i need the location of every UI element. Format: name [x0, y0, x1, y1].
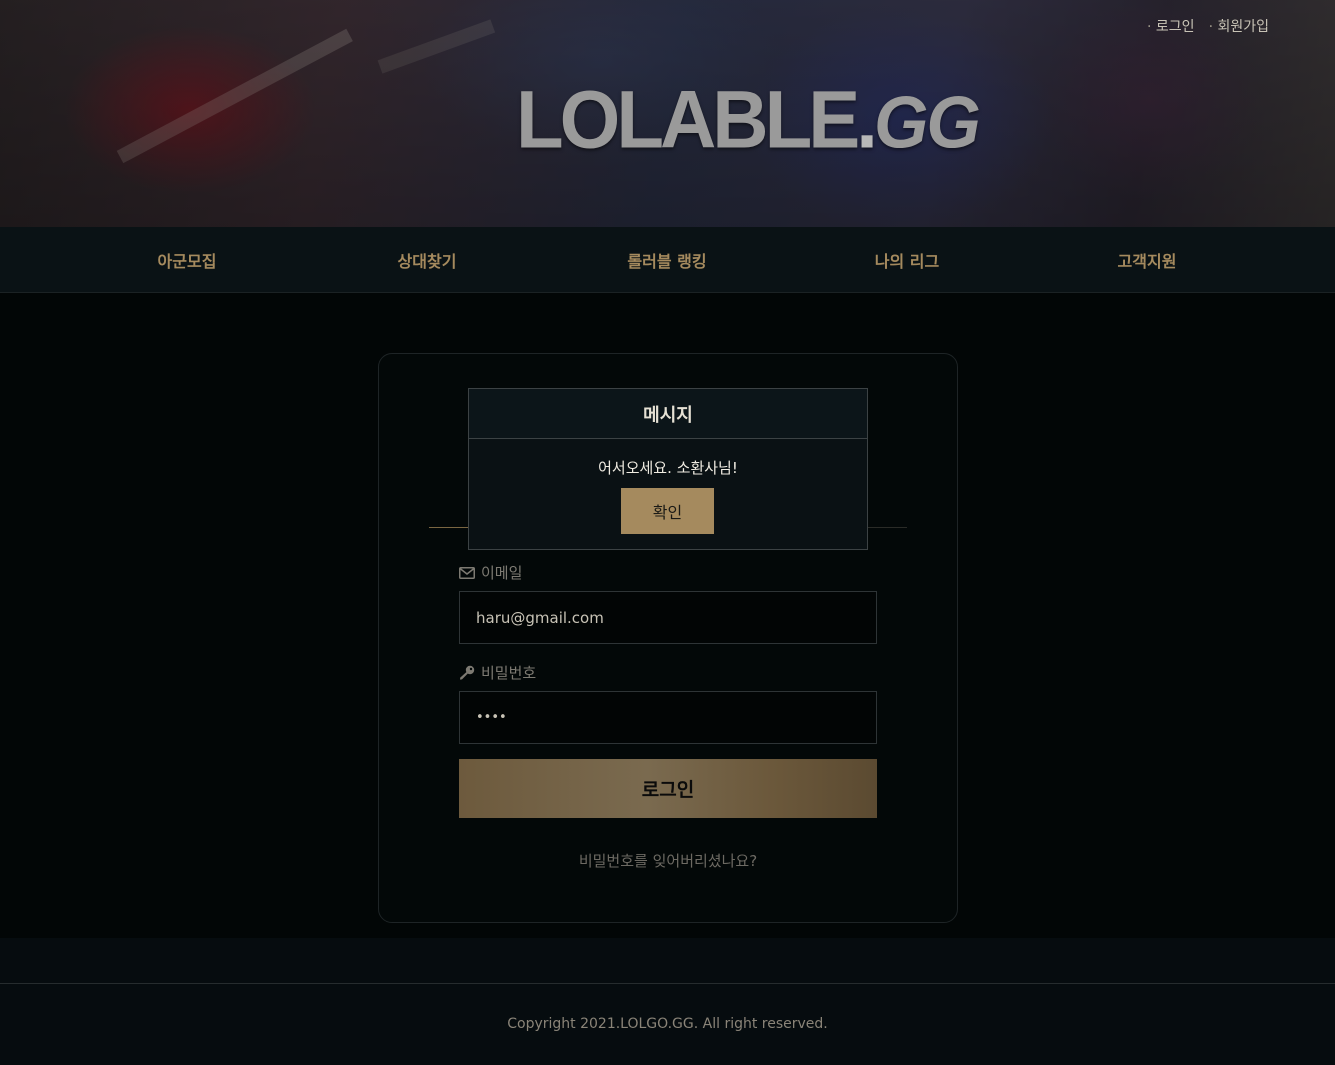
nav-item-support[interactable]: 고객지원: [1027, 227, 1267, 293]
modal-title: 메시지: [469, 389, 867, 439]
email-field[interactable]: haru@gmail.com: [459, 591, 877, 644]
footer-divider: [0, 983, 1335, 984]
main-nav: 아군모집 상대찾기 롤러블 랭킹 나의 리그 고객지원: [0, 227, 1335, 293]
password-label: 비밀번호: [459, 662, 536, 683]
key-icon: [460, 665, 475, 680]
logo-suffix: GG: [873, 81, 981, 164]
email-label: 이메일: [459, 562, 522, 583]
nav-item-find-opponent[interactable]: 상대찾기: [307, 227, 547, 293]
copyright-text: Copyright 2021.LOLGO.GG. All right reser…: [507, 1016, 828, 1032]
password-field[interactable]: ••••: [459, 691, 877, 744]
page: 로그인 회원가입 LOLABLE.GG 아군모집 상대찾기 롤러블 랭킹 나의 …: [0, 0, 1335, 1065]
envelope-icon: [459, 566, 475, 579]
footer: Copyright 2021.LOLGO.GG. All right reser…: [0, 938, 1335, 1065]
top-signup-link[interactable]: 회원가입: [1209, 16, 1269, 36]
header-banner: 로그인 회원가입 LOLABLE.GG: [0, 0, 1335, 227]
site-logo[interactable]: LOLABLE.GG: [516, 78, 981, 164]
message-modal: 메시지 어서오세요. 소환사님! 확인: [468, 388, 868, 550]
nav-item-team-recruit[interactable]: 아군모집: [67, 227, 307, 293]
logo-dot: .: [856, 72, 878, 166]
modal-message: 어서오세요. 소환사님!: [598, 459, 738, 477]
nav-item-my-league[interactable]: 나의 리그: [787, 227, 1027, 293]
top-links: 로그인 회원가입: [1147, 16, 1269, 36]
modal-ok-button[interactable]: 확인: [621, 488, 714, 534]
logo-main: LOLABLE: [516, 72, 860, 166]
password-label-text: 비밀번호: [481, 664, 537, 682]
forgot-password-link[interactable]: 비밀번호를 잊어버리셨나요?: [379, 850, 957, 871]
top-login-link[interactable]: 로그인: [1147, 16, 1195, 36]
login-button[interactable]: 로그인: [459, 759, 877, 818]
email-label-text: 이메일: [481, 564, 523, 582]
nav-item-ranking[interactable]: 롤러블 랭킹: [547, 227, 787, 293]
